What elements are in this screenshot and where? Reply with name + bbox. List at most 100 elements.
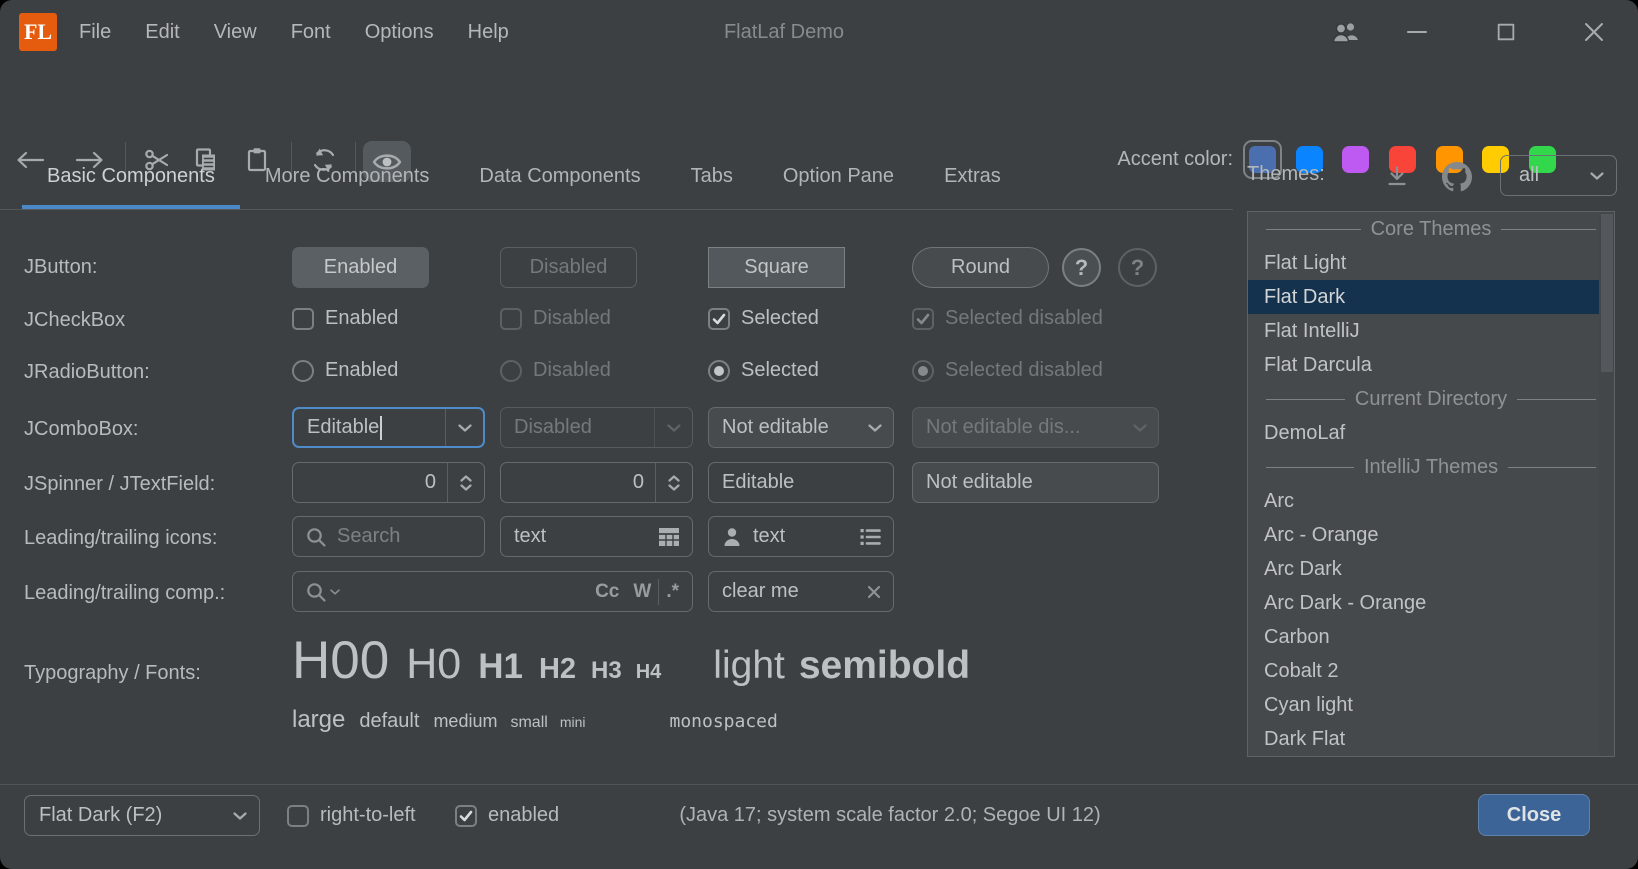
close-button[interactable]: Close (1478, 794, 1590, 836)
menu-help[interactable]: Help (451, 21, 526, 44)
search-with-options-field[interactable]: Cc W .* (292, 571, 693, 612)
radio-selected-icon (708, 360, 730, 382)
environment-info: (Java 17; system scale factor 2.0; Segoe… (560, 804, 1220, 827)
accent-swatch-purple[interactable] (1342, 146, 1369, 173)
minimize-icon (1405, 20, 1429, 44)
tab-more-components[interactable]: More Components (240, 148, 455, 209)
chevron-down-icon (233, 812, 247, 820)
textfield-leading-person[interactable]: text (708, 516, 894, 557)
spinner-field-1[interactable]: 0 (292, 462, 485, 503)
checkbox-selected[interactable]: Selected (708, 307, 819, 330)
whole-word-button[interactable]: W (626, 581, 658, 603)
tab-basic-components[interactable]: Basic Components (22, 148, 240, 209)
theme-item-dark-flat[interactable]: Dark Flat (1248, 722, 1614, 756)
tab-tabs[interactable]: Tabs (666, 148, 758, 209)
theme-item-flat-light[interactable]: Flat Light (1248, 246, 1614, 280)
h0-sample: H0 (406, 640, 461, 689)
theme-item-arc[interactable]: Arc (1248, 484, 1614, 518)
h3-sample: H3 (591, 657, 622, 685)
theme-item-arc-dark[interactable]: Arc Dark (1248, 552, 1614, 586)
theme-group-intellij-themes: IntelliJ Themes (1248, 450, 1614, 484)
theme-item-cobalt-2[interactable]: Cobalt 2 (1248, 654, 1614, 688)
download-icon (1384, 164, 1410, 190)
tab-option-pane[interactable]: Option Pane (758, 148, 919, 209)
themes-scrollbar-thumb[interactable] (1601, 214, 1613, 372)
theme-item-flat-dark[interactable]: Flat Dark (1248, 280, 1614, 314)
theme-item-arc-orange[interactable]: Arc - Orange (1248, 518, 1614, 552)
combobox-arrow-button[interactable] (856, 408, 893, 447)
theme-item-flat-darcula[interactable]: Flat Darcula (1248, 348, 1614, 382)
semibold-sample: semibold (799, 644, 970, 688)
clear-x-icon[interactable] (866, 584, 882, 600)
close-window-button[interactable] (1572, 0, 1616, 64)
clearable-textfield[interactable]: clear me (708, 571, 894, 612)
text-caret (380, 416, 382, 440)
theme-item-carbon[interactable]: Carbon (1248, 620, 1614, 654)
h1-sample: H1 (478, 647, 523, 687)
leading-trailing-icons-label: Leading/trailing icons: (24, 527, 217, 550)
spinner-buttons[interactable] (448, 463, 484, 502)
minimize-button[interactable] (1395, 0, 1439, 64)
search-field[interactable]: Search (292, 516, 485, 557)
chevron-up-icon (460, 475, 472, 482)
tab-extras[interactable]: Extras (919, 148, 1026, 209)
combobox-editable[interactable]: Editable (292, 407, 485, 448)
menubar: File Edit View Font Options Help (62, 0, 526, 64)
menu-view[interactable]: View (197, 21, 274, 44)
square-button[interactable]: Square (708, 247, 845, 288)
users-icon (1331, 19, 1361, 45)
download-theme-button[interactable] (1380, 160, 1414, 194)
h2-sample: H2 (539, 653, 576, 686)
combobox-arrow-button[interactable] (446, 409, 483, 446)
main-tabbar: Basic Components More Components Data Co… (0, 148, 1233, 210)
radio-selected[interactable]: Selected (708, 359, 819, 382)
checkbox-selected-disabled: Selected disabled (912, 307, 1103, 330)
help-button[interactable]: ? (1062, 248, 1101, 287)
jcombobox-row-label: JComboBox: (24, 418, 139, 441)
checkbox-checked-icon (708, 308, 730, 330)
theme-item-arc-dark-orange[interactable]: Arc Dark - Orange (1248, 586, 1614, 620)
app-window: FL File Edit View Font Options Help Flat… (0, 0, 1638, 869)
checkbox-icon (500, 308, 522, 330)
light-sample: light (713, 644, 785, 688)
tab-data-components[interactable]: Data Components (454, 148, 665, 209)
radio-enabled[interactable]: Enabled (292, 359, 398, 382)
theme-item-demolaf[interactable]: DemoLaf (1248, 416, 1614, 450)
maximize-button[interactable] (1484, 0, 1528, 64)
menu-file[interactable]: File (62, 21, 128, 44)
maximize-icon (1495, 21, 1517, 43)
round-button[interactable]: Round (912, 247, 1049, 288)
typography-size-samples: large default medium small mini monospac… (292, 706, 778, 734)
github-button[interactable] (1440, 160, 1474, 194)
spinner-field-2[interactable]: 0 (500, 462, 693, 503)
checkbox-disabled: Disabled (500, 307, 611, 330)
laf-combobox[interactable]: Flat Dark (F2) (24, 795, 260, 836)
small-sample: small (510, 714, 547, 732)
jbutton-row-label: JButton: (24, 256, 97, 279)
regex-button[interactable]: .* (659, 581, 686, 603)
theme-item-flat-intellij[interactable]: Flat IntelliJ (1248, 314, 1614, 348)
github-icon (1442, 162, 1472, 192)
theme-item-cyan-light[interactable]: Cyan light (1248, 688, 1614, 722)
enabled-checkbox[interactable]: enabled (455, 804, 559, 827)
menu-edit[interactable]: Edit (128, 21, 196, 44)
radio-selected-disabled: Selected disabled (912, 359, 1103, 382)
combobox-not-editable[interactable]: Not editable (708, 407, 894, 448)
table-icon (657, 526, 681, 548)
right-to-left-checkbox[interactable]: right-to-left (287, 804, 416, 827)
chevron-down-icon (667, 424, 681, 432)
textfield-editable[interactable]: Editable (708, 462, 894, 503)
chevron-down-icon (868, 424, 882, 432)
themes-filter-combobox[interactable]: all (1500, 155, 1617, 196)
spinner-buttons[interactable] (656, 463, 692, 502)
users-button[interactable] (1324, 0, 1368, 64)
match-case-button[interactable]: Cc (588, 581, 626, 603)
menu-font[interactable]: Font (274, 21, 348, 44)
checkbox-enabled[interactable]: Enabled (292, 307, 398, 330)
menu-options[interactable]: Options (348, 21, 451, 44)
chevron-down-icon (458, 424, 472, 432)
enabled-button[interactable]: Enabled (292, 247, 429, 288)
chevron-down-icon (668, 484, 680, 491)
theme-group-core: Core Themes (1248, 212, 1614, 246)
textfield-trailing-table[interactable]: text (500, 516, 693, 557)
